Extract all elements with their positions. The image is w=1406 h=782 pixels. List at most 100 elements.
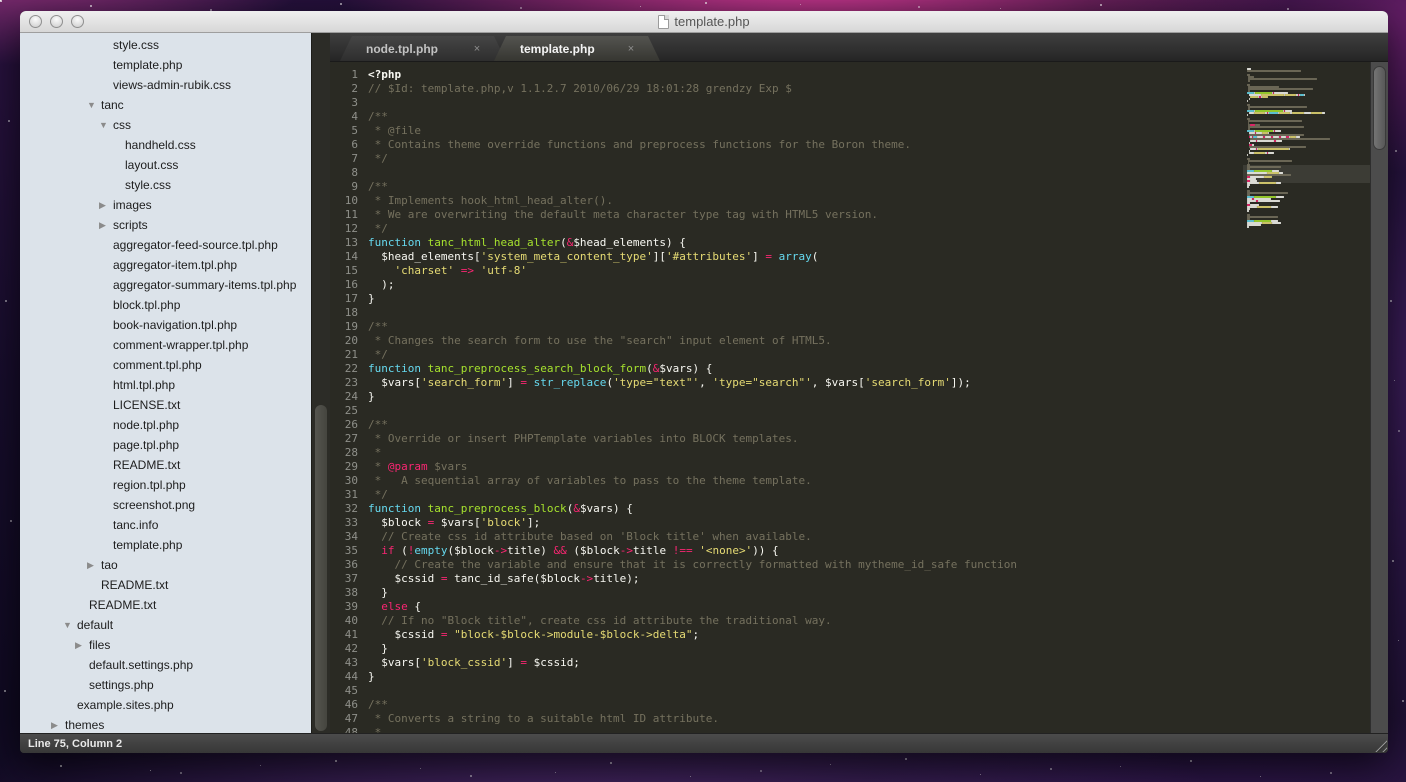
disclosure-triangle-collapsed-icon[interactable]: ▶: [99, 200, 113, 211]
sidebar-folder-default[interactable]: ▼default: [20, 615, 311, 635]
disclosure-triangle-collapsed-icon[interactable]: ▶: [87, 560, 101, 571]
sidebar-file-comment-tpl-php[interactable]: comment.tpl.php: [20, 355, 311, 375]
code-line-text: [358, 684, 368, 697]
editor-scrollbar-track[interactable]: [1370, 62, 1388, 733]
sidebar-file-views-admin-rubik-css[interactable]: views-admin-rubik.css: [20, 75, 311, 95]
sidebar-file-layout-css[interactable]: layout.css: [20, 155, 311, 175]
sidebar-file-page-tpl-php[interactable]: page.tpl.php: [20, 435, 311, 455]
code-line-text: <?php: [358, 68, 401, 81]
sidebar-folder-scripts[interactable]: ▶scripts: [20, 215, 311, 235]
tab-close-icon[interactable]: ×: [466, 43, 488, 55]
code-line-text: );: [358, 278, 395, 291]
sidebar-file-aggregator-summary-items-tpl-php[interactable]: aggregator-summary-items.tpl.php: [20, 275, 311, 295]
sidebar-file-example-sites-php[interactable]: example.sites.php: [20, 695, 311, 715]
sidebar-file-comment-wrapper-tpl-php[interactable]: comment-wrapper.tpl.php: [20, 335, 311, 355]
code-line-text: * A sequential array of variables to pas…: [358, 474, 812, 487]
line-number: 37: [330, 572, 358, 586]
tree-item-label: README.txt: [113, 458, 180, 472]
code-line-text: [358, 306, 368, 319]
sidebar-file-handheld-css[interactable]: handheld.css: [20, 135, 311, 155]
sidebar-folder-tao[interactable]: ▶tao: [20, 555, 311, 575]
line-number: 31: [330, 488, 358, 502]
line-number: 25: [330, 404, 358, 418]
disclosure-triangle-expanded-icon[interactable]: ▼: [99, 120, 113, 130]
sidebar-file-region-tpl-php[interactable]: region.tpl.php: [20, 475, 311, 495]
disclosure-triangle-expanded-icon[interactable]: ▼: [63, 620, 77, 630]
code-line-text: * Implements hook_html_head_alter().: [358, 194, 613, 207]
tab-label: node.tpl.php: [340, 42, 466, 56]
line-number: 23: [330, 376, 358, 390]
code-line-text: $cssid = tanc_id_safe($block->title);: [358, 572, 640, 585]
sidebar-file-aggregator-feed-source-tpl-php[interactable]: aggregator-feed-source.tpl.php: [20, 235, 311, 255]
tree-item-label: default.settings.php: [89, 658, 193, 672]
sidebar-file-node-tpl-php[interactable]: node.tpl.php: [20, 415, 311, 435]
line-number: 29: [330, 460, 358, 474]
sidebar-file-template-php[interactable]: template.php: [20, 535, 311, 555]
tab-label: template.php: [494, 42, 620, 56]
tab-node-tpl-php[interactable]: node.tpl.php×: [340, 36, 506, 61]
code-line-19: 19/**: [330, 320, 1370, 334]
disclosure-triangle-collapsed-icon[interactable]: ▶: [75, 640, 89, 651]
editor-scrollbar-thumb[interactable]: [1373, 66, 1386, 150]
code-line-1: 1<?php: [330, 68, 1370, 82]
minimap[interactable]: [1243, 63, 1370, 283]
star-field-small: [0, 0, 1, 1]
tree-item-label: views-admin-rubik.css: [113, 78, 231, 92]
code-line-text: /**: [358, 418, 388, 431]
sidebar-folder-tanc[interactable]: ▼tanc: [20, 95, 311, 115]
sidebar-file-book-navigation-tpl-php[interactable]: book-navigation.tpl.php: [20, 315, 311, 335]
code-line-text: *: [358, 446, 381, 459]
tree-item-label: handheld.css: [125, 138, 196, 152]
code-editor[interactable]: 1<?php2// $Id: template.php,v 1.1.2.7 20…: [330, 62, 1370, 733]
sidebar-folder-themes[interactable]: ▶themes: [20, 715, 311, 733]
sidebar-file-settings-php[interactable]: settings.php: [20, 675, 311, 695]
code-line-26: 26/**: [330, 418, 1370, 432]
code-line-text: [358, 404, 368, 417]
sidebar-file-readme-txt[interactable]: README.txt: [20, 575, 311, 595]
line-number: 38: [330, 586, 358, 600]
code-line-text: if (!empty($block->title) && ($block->ti…: [358, 544, 779, 557]
code-line-text: // If no "Block title", create css id at…: [358, 614, 832, 627]
code-line-text: $cssid = "block-$block->module-$block->d…: [358, 628, 699, 641]
line-number: 39: [330, 600, 358, 614]
sidebar-file-style-css[interactable]: style.css: [20, 35, 311, 55]
code-line-11: 11 * We are overwriting the default meta…: [330, 208, 1370, 222]
code-line-8: 8: [330, 166, 1370, 180]
code-line-text: /**: [358, 698, 388, 711]
sidebar-file-block-tpl-php[interactable]: block.tpl.php: [20, 295, 311, 315]
sidebar-file-template-php[interactable]: template.php: [20, 55, 311, 75]
line-number: 40: [330, 614, 358, 628]
sidebar-folder-images[interactable]: ▶images: [20, 195, 311, 215]
sidebar-file-html-tpl-php[interactable]: html.tpl.php: [20, 375, 311, 395]
code-line-text: }: [358, 670, 375, 683]
line-number: 44: [330, 670, 358, 684]
tree-item-label: aggregator-item.tpl.php: [113, 258, 237, 272]
sidebar-file-default-settings-php[interactable]: default.settings.php: [20, 655, 311, 675]
status-bar: Line 75, Column 2: [20, 733, 1388, 753]
sidebar-file-readme-txt[interactable]: README.txt: [20, 455, 311, 475]
sidebar-file-license-txt[interactable]: LICENSE.txt: [20, 395, 311, 415]
code-line-9: 9/**: [330, 180, 1370, 194]
sidebar-folder-css[interactable]: ▼css: [20, 115, 311, 135]
disclosure-triangle-expanded-icon[interactable]: ▼: [87, 100, 101, 110]
line-number: 4: [330, 110, 358, 124]
code-line-25: 25: [330, 404, 1370, 418]
disclosure-triangle-collapsed-icon[interactable]: ▶: [99, 220, 113, 231]
code-line-14: 14 $head_elements['system_meta_content_t…: [330, 250, 1370, 264]
disclosure-triangle-collapsed-icon[interactable]: ▶: [51, 720, 65, 731]
sidebar-file-readme-txt[interactable]: README.txt: [20, 595, 311, 615]
sidebar-file-tanc-info[interactable]: tanc.info: [20, 515, 311, 535]
sidebar-file-style-css[interactable]: style.css: [20, 175, 311, 195]
sidebar-file-aggregator-item-tpl-php[interactable]: aggregator-item.tpl.php: [20, 255, 311, 275]
resize-grip[interactable]: [1372, 737, 1387, 752]
sidebar-file-screenshot-png[interactable]: screenshot.png: [20, 495, 311, 515]
sidebar-scrollbar-thumb[interactable]: [315, 405, 327, 731]
line-number: 15: [330, 264, 358, 278]
window-titlebar[interactable]: template.php: [20, 11, 1388, 33]
sidebar-folder-files[interactable]: ▶files: [20, 635, 311, 655]
code-line-text: $vars['block_cssid'] = $cssid;: [358, 656, 580, 669]
sidebar-scrollbar-track[interactable]: [311, 33, 330, 733]
tab-template-php[interactable]: template.php×: [494, 36, 660, 61]
tree-item-label: files: [89, 638, 110, 652]
tab-close-icon[interactable]: ×: [620, 43, 642, 55]
